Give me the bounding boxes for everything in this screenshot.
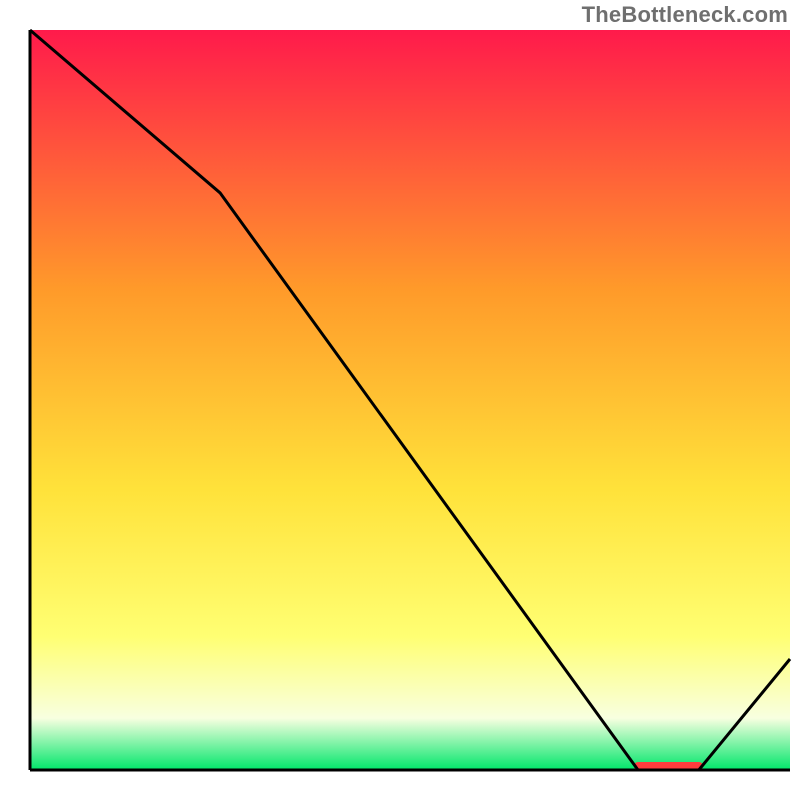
watermark-text: TheBottleneck.com: [582, 2, 788, 28]
chart-svg: [0, 0, 800, 800]
plot-background: [30, 30, 790, 770]
chart-stage: TheBottleneck.com: [0, 0, 800, 800]
